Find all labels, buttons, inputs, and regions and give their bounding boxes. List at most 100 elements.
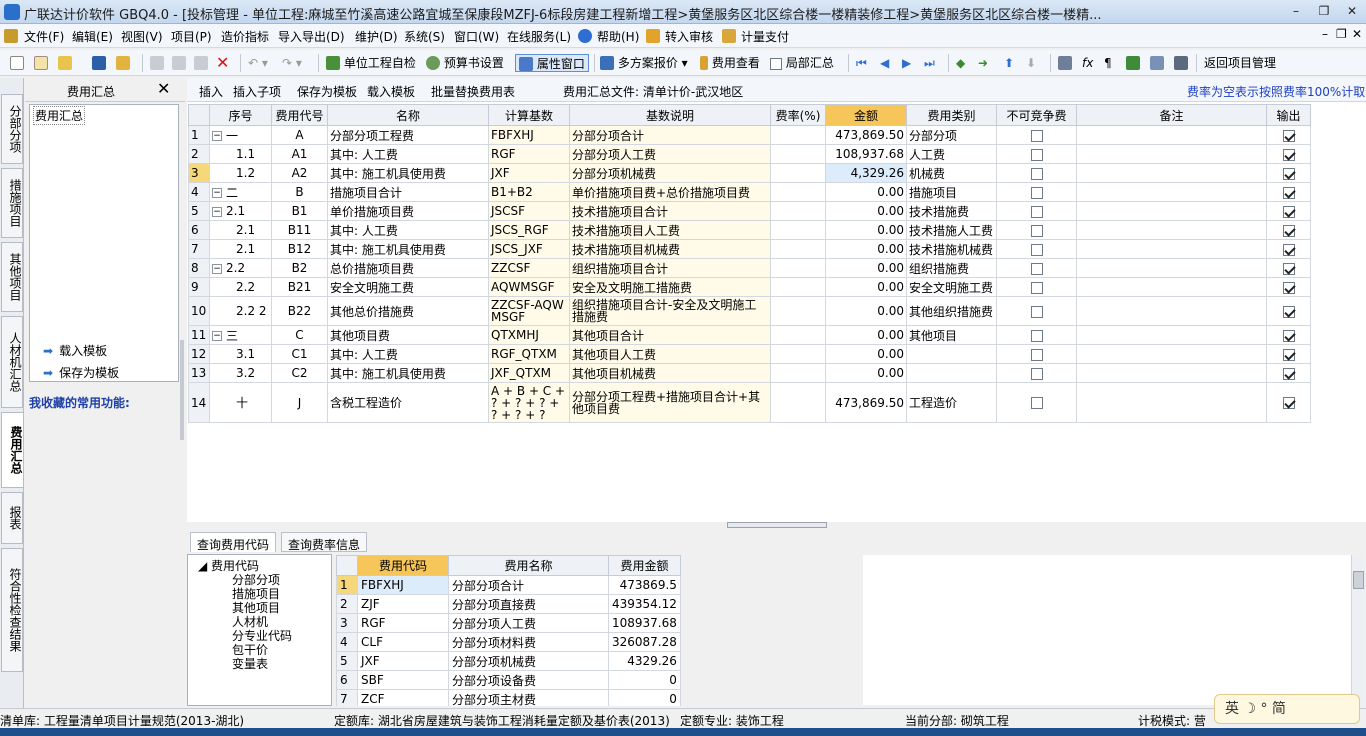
noncompetitive-cell[interactable] [996, 239, 1077, 259]
output-checkbox[interactable] [1282, 397, 1295, 409]
row-number[interactable]: 4 [336, 632, 358, 652]
mdi-close-button[interactable]: ✕ [1352, 27, 1362, 41]
name-cell[interactable]: 其中: 施工机具使用费 [327, 163, 489, 183]
name-cell[interactable]: 其中: 人工费 [327, 220, 489, 240]
name-cell[interactable]: 措施项目合计 [327, 182, 489, 202]
output-cell[interactable] [1266, 182, 1311, 202]
note-cell[interactable] [1076, 363, 1267, 383]
rate-cell[interactable] [770, 182, 826, 202]
name-cell[interactable]: 其中: 人工费 [327, 144, 489, 164]
note-cell[interactable] [1076, 163, 1267, 183]
seq-cell[interactable]: − 三 [209, 325, 272, 345]
new-icon[interactable] [10, 56, 24, 70]
partial-summary-checkbox[interactable] [770, 57, 782, 70]
col-seq[interactable]: 序号 [209, 104, 272, 126]
tab-query-fee-code[interactable]: 查询费用代码 [190, 532, 277, 552]
amount-cell[interactable]: 0.00 [825, 182, 907, 202]
note-cell[interactable] [1076, 258, 1267, 278]
output-cell[interactable] [1266, 325, 1311, 345]
code-cell[interactable]: A2 [271, 163, 328, 183]
col-fee-amount[interactable]: 费用金额 [608, 555, 681, 576]
table-row[interactable]: 1 FBFXHJ 分部分项合计 473869.5 [336, 575, 681, 595]
noncompetitive-checkbox[interactable] [1030, 186, 1043, 199]
last-icon[interactable]: ⏭ [924, 54, 935, 72]
undo-icon[interactable]: ↶ ▾ [248, 54, 268, 72]
menu-cost-index[interactable]: 造价指标 [221, 28, 269, 45]
category-cell[interactable]: 其他项目 [906, 325, 997, 345]
row-number[interactable]: 1 [188, 125, 210, 145]
col-amount[interactable]: 金额 [825, 104, 907, 126]
output-cell[interactable] [1266, 163, 1311, 183]
table-row[interactable]: 9 2.2 B21 安全文明施工费 AQWMSGF 安全及文明施工措施费 0.00 安全文明施… [188, 277, 1311, 297]
col-desc[interactable]: 基数说明 [569, 104, 771, 126]
desc-cell[interactable]: 安全及文明施工措施费 [569, 277, 771, 297]
base-cell[interactable]: RGF [488, 144, 570, 164]
desc-cell[interactable]: 分部分项工程费+措施项目合计+其他项目费 [569, 382, 771, 423]
base-cell[interactable]: JSCS_JXF [488, 239, 570, 259]
amount-cell[interactable]: 0.00 [825, 296, 907, 326]
fee-name-cell[interactable]: 分部分项机械费 [448, 651, 609, 671]
desc-cell[interactable]: 组织措施项目合计-安全及文明施工措施费 [569, 296, 771, 326]
seq-cell[interactable]: 2.2 [209, 277, 272, 297]
col-base[interactable]: 计算基数 [488, 104, 570, 126]
tab-query-rate-info[interactable]: 查询费率信息 [281, 532, 368, 552]
row-number[interactable]: 6 [336, 670, 358, 690]
amount-cell[interactable]: 0.00 [825, 239, 907, 259]
name-cell[interactable]: 安全文明施工费 [327, 277, 489, 297]
output-checkbox[interactable] [1282, 262, 1295, 275]
noncompetitive-cell[interactable] [996, 201, 1077, 221]
noncompetitive-checkbox[interactable] [1030, 329, 1043, 342]
category-cell[interactable]: 技术措施人工费 [906, 220, 997, 240]
note-cell[interactable] [1076, 220, 1267, 240]
insert-child-button[interactable]: 插入子项 [233, 83, 281, 100]
name-cell[interactable]: 其中: 施工机具使用费 [327, 363, 489, 383]
amount-cell[interactable]: 0.00 [825, 325, 907, 345]
move-right-icon[interactable]: ➜ [978, 54, 988, 72]
menu-file[interactable]: 文件(F) [24, 28, 64, 45]
menu-measure-pay[interactable]: 计量支付 [741, 28, 789, 45]
amount-cell[interactable]: 0.00 [825, 277, 907, 297]
noncompetitive-cell[interactable] [996, 125, 1077, 145]
noncompetitive-checkbox[interactable] [1030, 224, 1043, 237]
row-number[interactable]: 1 [336, 575, 358, 595]
col-code[interactable]: 费用代号 [271, 104, 328, 126]
note-cell[interactable] [1076, 325, 1267, 345]
row-number[interactable]: 6 [188, 220, 210, 240]
desc-cell[interactable]: 其他项目机械费 [569, 363, 771, 383]
tab-report[interactable]: 报表 [1, 492, 23, 544]
output-cell[interactable] [1266, 344, 1311, 364]
menu-system[interactable]: 系统(S) [404, 28, 445, 45]
calculator-icon[interactable] [1058, 56, 1072, 70]
panel-splitter[interactable] [180, 340, 184, 440]
base-cell[interactable]: JSCS_RGF [488, 220, 570, 240]
output-checkbox[interactable] [1282, 129, 1295, 142]
tab-measures[interactable]: 措施项目 [1, 168, 23, 238]
fee-amount-cell[interactable]: 108937.68 [608, 613, 681, 633]
table-row[interactable]: 10 2.2 2 B22 其他总价措施费 ZZCSF-AQWMSGF 组织措施项目合计-安… [188, 296, 1311, 326]
col-noncompetitive[interactable]: 不可竞争费 [996, 104, 1077, 126]
ime-toolbar[interactable]: 英 ☽ ° 简 [1214, 694, 1360, 724]
category-cell[interactable]: 分部分项 [906, 125, 997, 145]
base-cell[interactable]: QTXMHJ [488, 325, 570, 345]
output-cell[interactable] [1266, 239, 1311, 259]
code-cell[interactable]: B [271, 182, 328, 202]
rate-cell[interactable] [770, 382, 826, 423]
menu-view[interactable]: 视图(V) [121, 28, 163, 45]
unit-check-button[interactable]: 单位工程自检 [326, 54, 416, 72]
table-row[interactable]: 6 SBF 分部分项设备费 0 [336, 670, 681, 690]
amount-cell[interactable]: 0.00 [825, 201, 907, 221]
horizontal-splitter[interactable] [187, 522, 1366, 530]
material-icon[interactable] [1126, 56, 1140, 70]
seq-cell[interactable]: 1.2 [209, 163, 272, 183]
output-cell[interactable] [1266, 125, 1311, 145]
save-all-icon[interactable] [116, 56, 130, 70]
seq-cell[interactable]: −2.2 [209, 258, 272, 278]
seq-cell[interactable]: 3.2 [209, 363, 272, 383]
seq-cell[interactable]: 十 [209, 382, 272, 423]
category-cell[interactable] [906, 344, 997, 364]
note-cell[interactable] [1076, 382, 1267, 423]
noncompetitive-checkbox[interactable] [1030, 262, 1043, 275]
category-cell[interactable]: 机械费 [906, 163, 997, 183]
scroll-thumb[interactable] [1353, 571, 1364, 589]
base-cell[interactable]: B1+B2 [488, 182, 570, 202]
